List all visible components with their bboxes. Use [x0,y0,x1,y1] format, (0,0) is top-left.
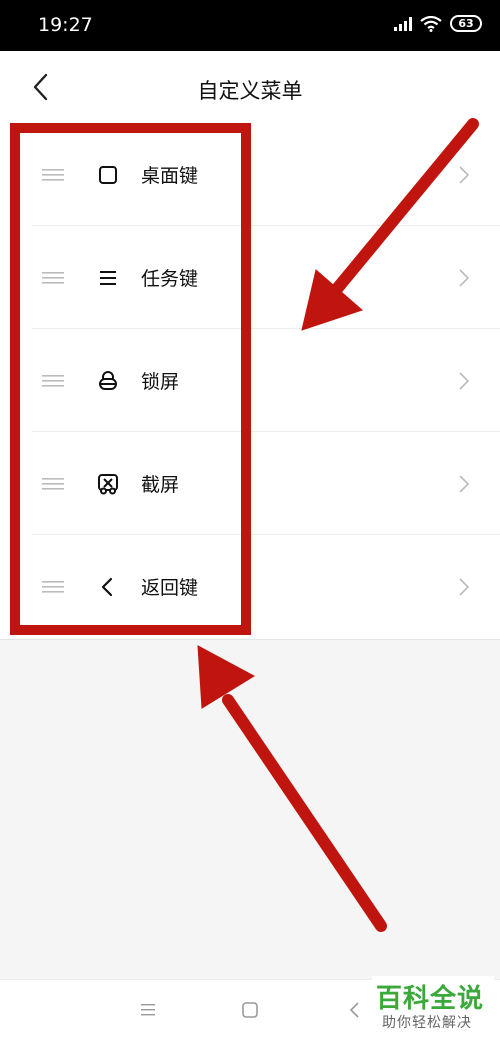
chevron-right-icon [459,578,470,596]
chevron-right-icon [459,269,470,287]
watermark-logo: 百科全说 助你轻松解决 [372,976,494,1034]
menu-list: 桌面键 任务键 锁屏 截屏 返回键 [0,123,500,639]
app-header: 自定义菜单 [0,51,500,123]
back-chevron-icon [349,1002,359,1018]
status-time: 19:27 [38,14,93,36]
nav-back-button[interactable] [343,998,367,1022]
drag-handle-icon[interactable] [42,272,64,284]
drag-handle-icon[interactable] [42,375,64,387]
watermark-title: 百科全说 [376,984,485,1014]
chevron-right-icon [459,372,470,390]
wifi-icon [420,15,442,32]
signal-icon [394,16,412,31]
square-icon [242,1002,258,1018]
watermark-subtitle: 助你轻松解决 [382,1015,472,1031]
nav-recent-button[interactable] [136,998,160,1022]
nav-home-button[interactable] [238,998,262,1022]
status-icons: 63 [394,15,482,32]
list-bottom-divider [0,639,500,640]
chevron-right-icon [459,475,470,493]
drag-handle-icon[interactable] [42,478,64,490]
menu-item-label: 锁屏 [141,371,180,393]
drag-handle-icon[interactable] [42,581,64,593]
drag-handle-icon[interactable] [42,169,64,181]
menu-lines-icon [141,1004,155,1016]
menu-item-label: 桌面键 [141,165,199,187]
menu-item-back-key[interactable]: 返回键 [0,535,500,638]
menu-item-label: 任务键 [141,268,199,290]
lock-icon [99,371,117,390]
page-title: 自定义菜单 [197,79,303,103]
menu-item-label: 返回键 [141,577,199,599]
menu-item-label: 截屏 [141,474,180,496]
status-bar: 19:27 63 [0,0,500,51]
menu-item-lock-screen[interactable]: 锁屏 [0,329,500,432]
square-icon [99,166,117,184]
menu-item-task-key[interactable]: 任务键 [0,226,500,329]
annotation-arrow-bottom [197,645,387,932]
back-chevron-icon [101,577,113,597]
menu-lines-icon [100,271,116,285]
menu-item-screenshot[interactable]: 截屏 [0,432,500,535]
screenshot-icon [98,474,118,495]
chevron-right-icon [459,166,470,184]
battery-indicator: 63 [450,15,482,32]
menu-item-home-key[interactable]: 桌面键 [0,123,500,226]
